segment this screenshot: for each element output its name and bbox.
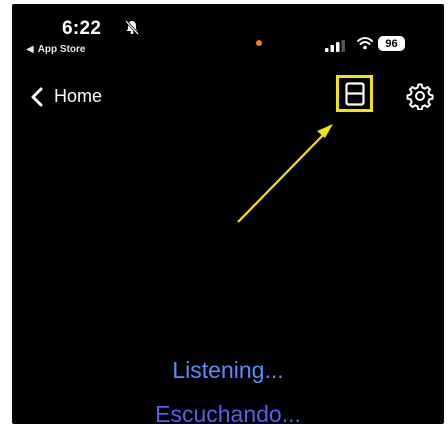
phone-screen: 6:22 ◀ App Store 96 Home Listening... Es… — [12, 4, 444, 424]
listening-status-en: Listening... — [172, 357, 284, 383]
gear-icon[interactable] — [406, 82, 434, 110]
signal-icon — [325, 40, 345, 52]
listening-status-es: Escuchando... — [155, 401, 301, 424]
wifi-icon — [357, 37, 373, 50]
bell-slash-icon — [125, 20, 139, 35]
status-time: 6:22 — [62, 18, 102, 39]
home-back-button[interactable]: Home — [30, 86, 102, 107]
transcript-view-button[interactable] — [336, 75, 373, 112]
back-to-app-store[interactable]: ◀ App Store — [26, 44, 85, 55]
transcript-layout-icon — [344, 81, 365, 106]
battery-icon: 96 — [378, 36, 405, 51]
back-triangle-icon: ◀ — [26, 44, 34, 55]
privacy-indicator-dot — [256, 40, 262, 46]
back-app-label: App Store — [37, 44, 86, 55]
battery-level: 96 — [385, 37, 398, 50]
chevron-left-icon — [31, 87, 43, 106]
home-back-label: Home — [54, 86, 103, 106]
